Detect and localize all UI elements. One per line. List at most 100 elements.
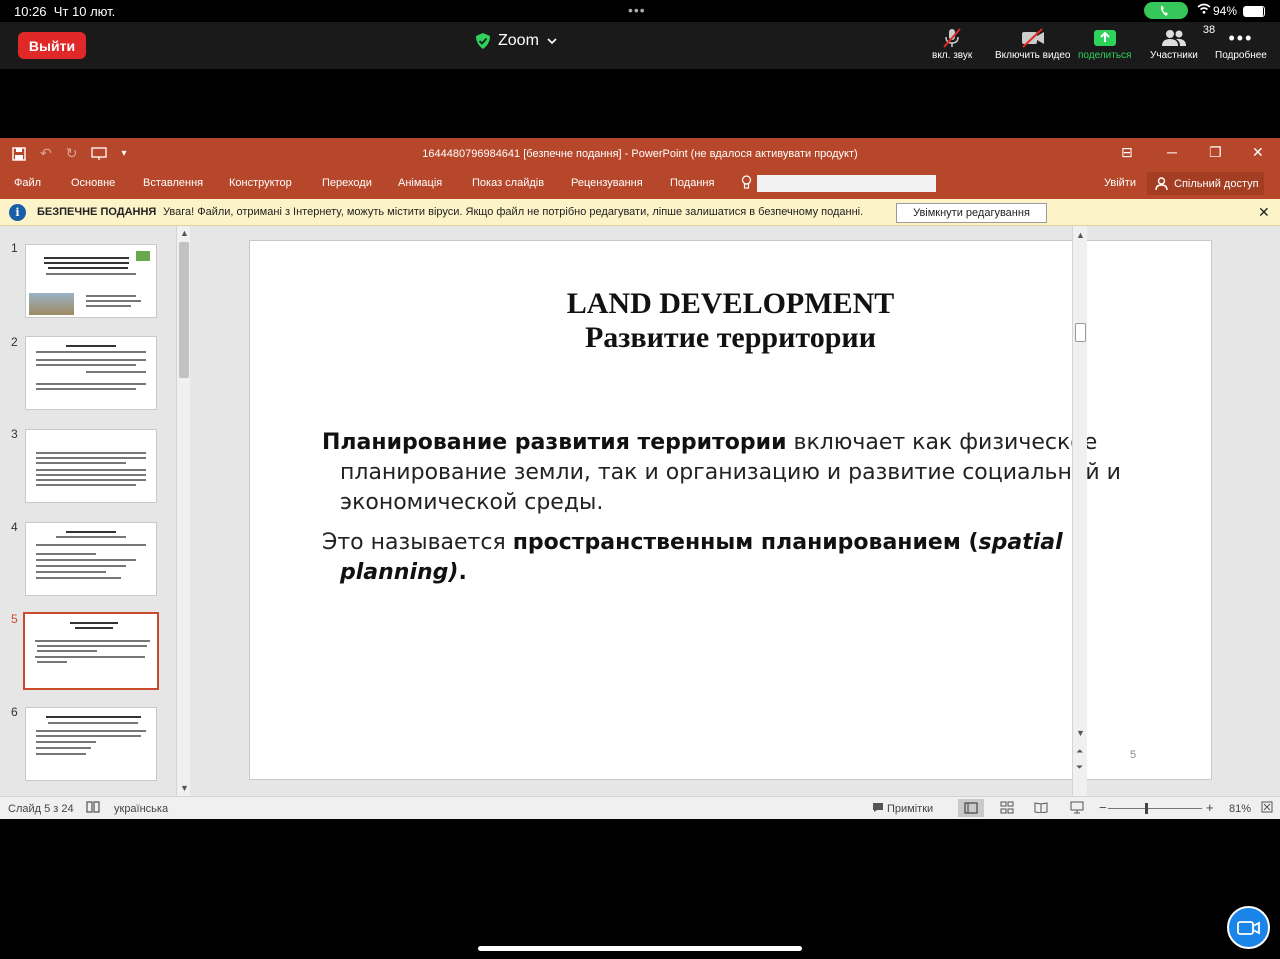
fit-to-window-icon[interactable] xyxy=(1261,801,1273,816)
logo-icon xyxy=(136,251,150,261)
battery-level xyxy=(1244,7,1263,16)
video-camera-icon xyxy=(1236,920,1260,935)
next-slide-icon[interactable]: ⏷ xyxy=(1076,762,1083,773)
start-video-button[interactable]: Включить видео xyxy=(995,26,1071,61)
slide-thumbnails-pane: 1 2 3 4 5 6 ▲ ▼ xyxy=(0,226,193,796)
slide-thumbnail-2[interactable] xyxy=(25,336,157,410)
wifi-icon xyxy=(1197,3,1211,17)
ribbon-display-icon[interactable]: ⊟ xyxy=(1121,144,1133,161)
participants-count: 38 xyxy=(1202,24,1216,36)
protected-view-label: БЕЗПЕЧНЕ ПОДАННЯ xyxy=(37,206,157,218)
scroll-thumb[interactable] xyxy=(179,242,189,378)
language-indicator[interactable]: українська xyxy=(114,803,168,815)
close-window-icon[interactable]: ✕ xyxy=(1252,144,1264,161)
share-screen-button[interactable]: поделиться xyxy=(1078,26,1131,61)
close-icon[interactable]: ✕ xyxy=(1258,204,1270,221)
slide-thumbnail-4[interactable] xyxy=(25,522,157,596)
more-button[interactable]: ••• Подробнее xyxy=(1215,26,1267,62)
video-off-icon xyxy=(1021,28,1044,48)
status-time-date: 10:26 Чт 10 лют. xyxy=(14,4,116,19)
photo-thumbnail xyxy=(29,293,74,315)
scroll-up-icon[interactable]: ▲ xyxy=(1076,230,1085,240)
unmute-button[interactable]: вкл. звук xyxy=(932,26,972,61)
slide-thumbnail-1[interactable] xyxy=(25,244,157,318)
slide-sorter-icon[interactable] xyxy=(1000,801,1014,817)
home-indicator[interactable] xyxy=(478,946,802,951)
spellcheck-icon[interactable] xyxy=(86,801,100,816)
battery-percent: 94% xyxy=(1213,4,1238,18)
tab-home[interactable]: Основне xyxy=(71,177,115,189)
slide-counter: Слайд 5 з 24 xyxy=(8,803,74,815)
share-arrow-icon xyxy=(1093,30,1116,46)
lightbulb-icon[interactable] xyxy=(741,175,752,193)
slide-thumbnail-3[interactable] xyxy=(25,429,157,503)
encryption-shield-icon xyxy=(476,33,490,49)
slide-thumbnail-5[interactable] xyxy=(23,612,159,690)
slide-thumbnail-6[interactable] xyxy=(25,707,157,781)
current-slide[interactable]: LAND DEVELOPMENT Развитие территории Пла… xyxy=(249,240,1212,780)
leave-meeting-button[interactable]: Выйти xyxy=(18,32,86,59)
document-title: 1644480796984641 [безпечне подання] - Po… xyxy=(422,148,858,160)
participants-icon xyxy=(1161,30,1186,46)
tell-me-input[interactable] xyxy=(757,175,936,192)
powerpoint-window: ↶ ↻ ▾ 1644480796984641 [безпечне подання… xyxy=(0,138,1280,819)
protected-view-bar: i БЕЗПЕЧНЕ ПОДАННЯ Увага! Файли, отриман… xyxy=(0,199,1280,226)
muted-mic-icon xyxy=(943,28,961,48)
tab-view[interactable]: Подання xyxy=(670,177,714,189)
zoom-level[interactable]: 81% xyxy=(1229,803,1251,815)
scroll-thumb[interactable] xyxy=(1075,323,1086,342)
slide-title: LAND DEVELOPMENT xyxy=(566,287,895,320)
meeting-title: Zoom xyxy=(498,32,539,49)
slide-body: Планирование развития территории включае… xyxy=(322,428,1142,598)
slide-subtitle: Развитие территории xyxy=(584,321,876,354)
tab-insert[interactable]: Вставлення xyxy=(143,177,203,189)
video-camera-button[interactable] xyxy=(1227,906,1270,949)
tab-file[interactable]: Файл xyxy=(14,177,41,189)
thumbnails-scrollbar[interactable]: ▲ ▼ xyxy=(176,226,190,796)
sign-in-link[interactable]: Увійти xyxy=(1104,177,1136,189)
scroll-down-icon[interactable]: ▼ xyxy=(180,783,189,793)
bullet-paragraph-2: Это называется пространственным планиров… xyxy=(322,530,1063,585)
tab-slideshow[interactable]: Показ слайдів xyxy=(472,177,544,189)
tab-review[interactable]: Рецензування xyxy=(571,177,643,189)
notes-icon xyxy=(872,802,884,816)
slideshow-view-icon[interactable] xyxy=(1070,801,1084,817)
minimize-icon[interactable]: ─ xyxy=(1167,144,1177,160)
tab-design[interactable]: Конструктор xyxy=(229,177,292,189)
scroll-down-icon[interactable]: ▼ xyxy=(1076,728,1085,738)
tab-transitions[interactable]: Переходи xyxy=(322,177,372,189)
share-button[interactable]: Спільний доступ xyxy=(1147,172,1264,195)
thumbnail-number: 3 xyxy=(11,427,18,441)
editor-scrollbar[interactable]: ▲ ▼ ⏶ ⏷ xyxy=(1072,226,1087,796)
thumbnail-number: 1 xyxy=(11,241,18,255)
zoom-slider-track[interactable] xyxy=(1108,808,1202,809)
info-icon: i xyxy=(9,204,26,221)
reading-view-icon[interactable] xyxy=(1034,801,1048,816)
meeting-title-dropdown[interactable]: Zoom xyxy=(476,32,557,50)
bullet-paragraph-1: Планирование развития территории включае… xyxy=(322,430,1121,515)
protected-view-message: Увага! Файли, отримані з Інтернету, можу… xyxy=(163,206,864,218)
participants-button[interactable]: 38 Участники xyxy=(1150,24,1215,61)
tab-animations[interactable]: Анімація xyxy=(398,177,442,189)
active-call-indicator[interactable] xyxy=(1144,2,1188,19)
status-bar: Слайд 5 з 24 українська Примітки − + 81% xyxy=(0,796,1280,819)
person-icon xyxy=(1155,176,1168,190)
zoom-slider-knob[interactable] xyxy=(1145,803,1148,814)
slide-number: 5 xyxy=(1130,749,1137,761)
slide-editor: LAND DEVELOPMENT Развитие территории Пла… xyxy=(193,226,1265,796)
notes-button[interactable]: Примітки xyxy=(887,803,933,815)
restore-icon[interactable]: ❐ xyxy=(1209,144,1222,161)
ribbon-tabs: Файл Основне Вставлення Конструктор Пере… xyxy=(0,170,1280,199)
scroll-up-icon[interactable]: ▲ xyxy=(180,228,189,238)
previous-slide-icon[interactable]: ⏶ xyxy=(1076,746,1083,757)
thumbnail-number: 5 xyxy=(11,612,18,626)
zoom-in-icon[interactable]: + xyxy=(1206,800,1214,815)
chevron-down-icon xyxy=(547,37,557,44)
zoom-toolbar: Выйти Zoom вкл. звук Включить видео поде… xyxy=(0,22,1280,69)
enable-editing-button[interactable]: Увімкнути редагування xyxy=(896,203,1047,223)
battery-icon xyxy=(1243,6,1265,17)
normal-view-icon[interactable] xyxy=(958,799,984,817)
zoom-out-icon[interactable]: − xyxy=(1099,800,1107,815)
thumbnail-number: 6 xyxy=(11,705,18,719)
multitasking-dots-icon[interactable]: ••• xyxy=(628,2,646,18)
